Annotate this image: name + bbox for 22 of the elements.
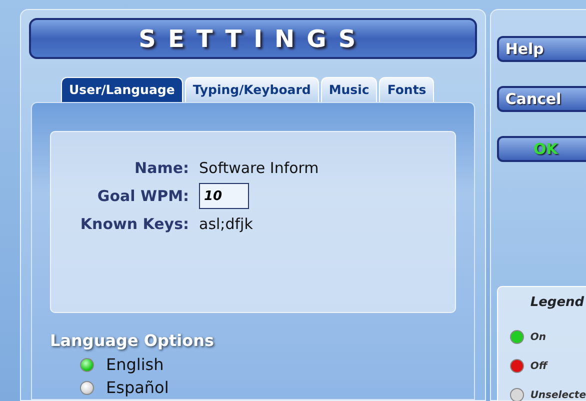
settings-title-banner: SETTINGS — [29, 18, 478, 60]
settings-tab[interactable]: Music — [320, 77, 378, 102]
language-option[interactable]: Español — [106, 376, 169, 400]
radio-indicator[interactable] — [80, 358, 94, 372]
name-value: Software Inform — [199, 158, 320, 179]
settings-tab[interactable]: Fonts — [379, 77, 434, 102]
field-label: Name: — [134, 158, 189, 179]
settings-tab[interactable]: Typing/Keyboard — [184, 77, 319, 102]
settings-tab[interactable]: User/Language — [61, 77, 183, 102]
field-label: Goal WPM: — [96, 186, 189, 207]
legend-label: On — [530, 330, 546, 344]
legend-label: Unselecte — [530, 388, 586, 401]
language-option[interactable]: English — [106, 352, 164, 376]
goal-wpm-field[interactable]: 10 — [199, 183, 249, 209]
legend-title: Legend — [530, 294, 586, 312]
known-keys-value: asl;dfjk — [199, 214, 254, 235]
legend-label: Off — [530, 360, 548, 374]
dialog-button[interactable]: Cancel — [497, 86, 586, 112]
radio-indicator[interactable] — [80, 380, 94, 394]
language-options-heading: Language Options — [50, 330, 215, 352]
dialog-button[interactable]: Help — [497, 36, 586, 62]
field-label: Known Keys: — [79, 214, 189, 235]
